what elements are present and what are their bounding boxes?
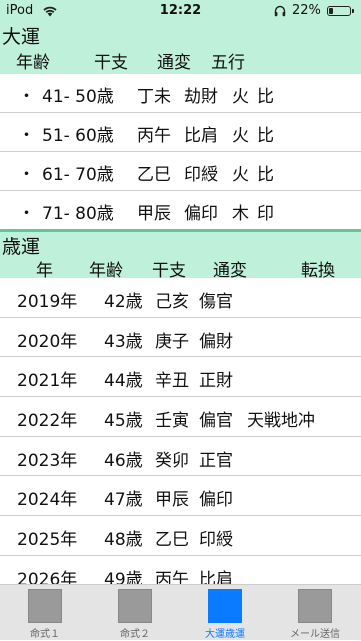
bullet: ・ [18,87,35,107]
annual-age: 47歳 [104,490,143,511]
tab-taiun-saiun-icon [208,589,242,623]
luck-tsuhen: 偏印 [184,204,218,224]
tab-send-mail-label: メール送信 [290,629,340,640]
annual-kanshi: 辛丑 [155,371,189,392]
luck-tsuhen: 劫財 [184,87,218,107]
luck-kanshi: 丁未 [137,87,171,107]
tab-meishiki-1-icon [28,589,62,623]
battery-tip [352,9,354,13]
luck-row[interactable]: ・ 51- 60歳 丙午 比肩 火 比 [0,113,361,152]
annual-year: 2021年 [17,371,78,392]
annual-year: 2025年 [17,530,78,551]
luck-gogyo-relation: 比 [257,87,274,107]
annual-tsuhen: 正官 [199,450,233,471]
annual-tsuhen: 傷官 [199,292,233,312]
luck-age: 71- 80歳 [42,204,114,224]
annual-section-title: 歳運 [2,236,41,258]
annual-row[interactable]: 2021年 44歳 辛丑 正財 [0,357,361,398]
annual-tsuhen: 偏印 [199,490,233,511]
annual-tsuhen: 正財 [199,371,233,392]
annual-year: 2020年 [17,331,78,352]
battery-percent: 22% [292,3,321,18]
annual-kanshi: 癸卯 [155,450,189,471]
annual-age: 45歳 [104,411,143,432]
luck-row[interactable]: ・ 71- 80歳 甲辰 偏印 木 印 [0,191,361,229]
annual-tsuhen: 印綬 [199,530,233,551]
annual-tsuhen: 偏財 [199,331,233,352]
luck-row[interactable]: ・ 41- 50歳 丁未 劫財 火 比 [0,74,361,113]
annual-row[interactable]: 2022年 45歳 壬寅 偏官 天戦地冲 [0,397,361,437]
annual-row[interactable]: 2023年 46歳 癸卯 正官 [0,437,361,477]
annual-row[interactable]: 2019年 42歳 己亥 傷官 [0,278,361,318]
annual-age: 42歳 [104,292,143,312]
bullet: ・ [18,165,35,185]
tab-meishiki-2-icon [118,589,152,623]
annual-age: 43歳 [104,331,143,352]
bullet: ・ [18,204,35,224]
luck-gogyo-relation: 比 [257,165,274,185]
tab-meishiki-1-label: 命式１ [30,629,60,640]
luck-gogyo-element: 火 [232,126,249,146]
luck-gogyo-relation: 比 [257,126,274,146]
luck-tsuhen: 印綬 [184,165,218,185]
luck-list: ・ 41- 50歳 丁未 劫財 火 比 ・ 51- 60歳 丙午 比肩 火 比 … [0,74,361,229]
annual-kanshi: 壬寅 [155,411,189,432]
tab-meishiki-2[interactable]: 命式２ [90,585,180,641]
battery-icon [327,6,351,16]
luck-kanshi: 甲辰 [137,204,171,224]
tab-taiun-saiun-label: 大運歳運 [205,629,245,640]
bullet: ・ [18,126,35,146]
annual-year: 2022年 [17,411,78,432]
annual-kanshi: 乙巳 [155,530,189,551]
luck-header-age: 年齢 [16,53,50,73]
annual-year: 2024年 [17,490,78,511]
tab-bar: 命式１ 命式２ 大運歳運 メール送信 [0,584,361,640]
luck-gogyo-element: 火 [232,87,249,107]
tab-send-mail[interactable]: メール送信 [270,585,360,641]
annual-row[interactable]: 2020年 43歳 庚子 偏財 [0,318,361,358]
annual-age: 48歳 [104,530,143,551]
annual-row[interactable]: 2025年 48歳 乙巳 印綬 [0,516,361,556]
annual-list: 2019年 42歳 己亥 傷官 2020年 43歳 庚子 偏財 2021年 44… [0,278,361,596]
luck-section-header: 大運 年齢 干支 通変 五行 [0,22,361,74]
luck-kanshi: 丙午 [137,126,171,146]
tab-meishiki-1[interactable]: 命式１ [0,585,90,641]
status-bar: iPod 12:22 22% [0,0,361,22]
luck-section-title: 大運 [2,26,41,48]
annual-year: 2023年 [17,450,78,471]
tab-send-mail-icon [298,589,332,623]
annual-kanshi: 己亥 [155,292,189,312]
luck-age: 61- 70歳 [42,165,114,185]
luck-tsuhen: 比肩 [184,126,218,146]
annual-age: 44歳 [104,371,143,392]
luck-kanshi: 乙巳 [137,165,171,185]
annual-year: 2019年 [17,292,78,312]
annual-tsuhen: 偏官 [199,411,233,432]
luck-row[interactable]: ・ 61- 70歳 乙巳 印綬 火 比 [0,152,361,191]
luck-gogyo-element: 火 [232,165,249,185]
headphones-icon [274,5,286,17]
luck-header-gogyo: 五行 [211,53,245,73]
luck-header-tsuhen: 通変 [157,53,191,73]
annual-section-header: 歳運 年 年齢 干支 通変 転換 [0,232,361,281]
luck-header-kanshi: 干支 [94,53,128,73]
luck-gogyo-element: 木 [232,204,249,224]
tab-meishiki-2-label: 命式２ [120,629,150,640]
tab-taiun-saiun[interactable]: 大運歳運 [180,585,270,641]
luck-age: 41- 50歳 [42,87,114,107]
battery-level [329,8,333,14]
annual-kanshi: 庚子 [155,331,189,352]
annual-tenkan: 天戦地冲 [247,411,315,432]
annual-age: 46歳 [104,450,143,471]
annual-row[interactable]: 2024年 47歳 甲辰 偏印 [0,476,361,517]
luck-age: 51- 60歳 [42,126,114,146]
luck-gogyo-relation: 印 [257,204,274,224]
annual-kanshi: 甲辰 [155,490,189,511]
